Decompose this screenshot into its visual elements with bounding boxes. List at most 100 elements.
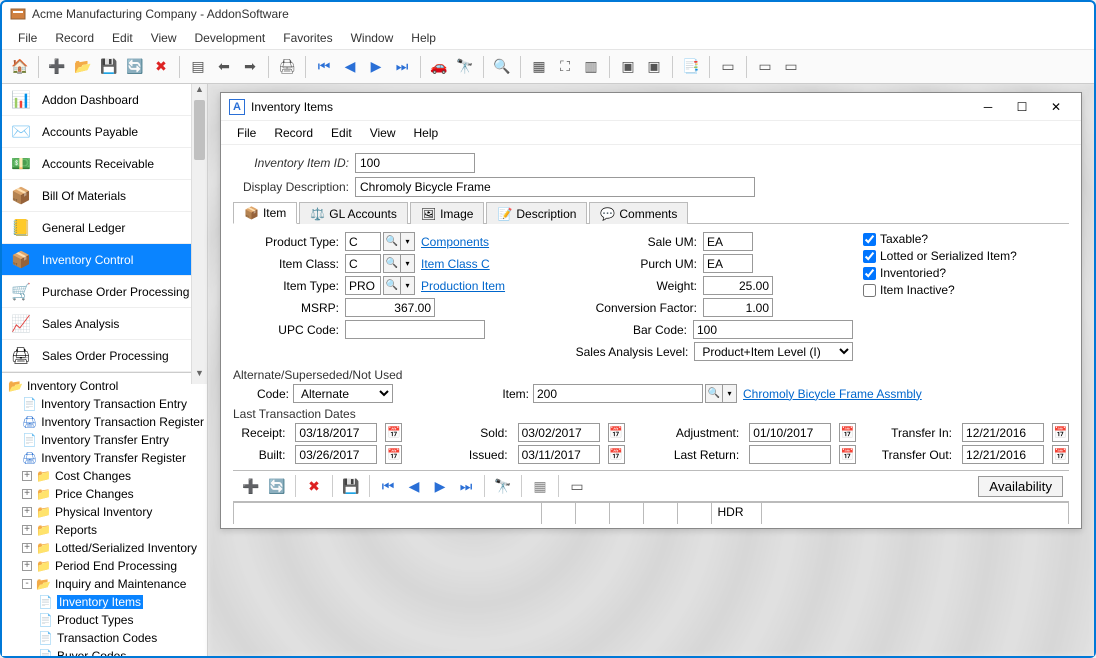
delete-rec-icon[interactable]: ✖ bbox=[302, 474, 326, 498]
sidebar-scrollbar[interactable]: ▲ ▼ bbox=[191, 84, 207, 384]
grid-rec-icon[interactable]: ▦ bbox=[528, 474, 552, 498]
tree-item[interactable]: 📄Inventory Transaction Entry bbox=[4, 395, 205, 413]
item-type-link[interactable]: Production Item bbox=[421, 279, 505, 293]
stack-icon[interactable]: 📑 bbox=[679, 55, 703, 79]
scroll-down-icon[interactable]: ▼ bbox=[192, 368, 207, 384]
calendar-icon[interactable]: 📅 bbox=[839, 445, 856, 464]
nav-accounts-payable[interactable]: ✉️Accounts Payable bbox=[2, 116, 207, 148]
item-type-input[interactable] bbox=[345, 276, 381, 295]
inventoried-checkbox[interactable] bbox=[863, 267, 876, 280]
tree-subitem[interactable]: 📄Product Types bbox=[4, 611, 205, 629]
nav-purchase-order[interactable]: 🛒Purchase Order Processing bbox=[2, 276, 207, 308]
first-icon[interactable]: ⏮ bbox=[312, 55, 336, 79]
sold-input[interactable] bbox=[518, 423, 600, 442]
menu-help[interactable]: Help bbox=[403, 29, 444, 47]
prev-icon[interactable]: ◀ bbox=[338, 55, 362, 79]
panel-rec-icon[interactable]: ▭ bbox=[565, 474, 589, 498]
tree-subitem-selected[interactable]: 📄Inventory Items bbox=[4, 593, 205, 611]
desc-input[interactable] bbox=[355, 177, 755, 197]
sal-select[interactable]: Product+Item Level (I) bbox=[694, 342, 853, 361]
dropdown-icon[interactable]: ▾ bbox=[401, 232, 415, 251]
delete-icon[interactable]: ✖ bbox=[149, 55, 173, 79]
dropdown-icon[interactable]: ▾ bbox=[723, 384, 737, 403]
tab-comments[interactable]: 💬Comments bbox=[589, 202, 688, 224]
expand-icon[interactable]: + bbox=[22, 471, 32, 481]
built-input[interactable] bbox=[295, 445, 377, 464]
tree-subitem[interactable]: 📄Transaction Codes bbox=[4, 629, 205, 647]
panel-icon[interactable]: ▭ bbox=[716, 55, 740, 79]
ret-input[interactable] bbox=[749, 445, 831, 464]
tree-item[interactable]: 📄Inventory Transfer Entry bbox=[4, 431, 205, 449]
nav-addon-dashboard[interactable]: 📊Addon Dashboard bbox=[2, 84, 207, 116]
tree-folder-row[interactable]: +📁Physical Inventory bbox=[4, 503, 205, 521]
receipt-input[interactable] bbox=[295, 423, 377, 442]
tab-gl[interactable]: ⚖️GL Accounts bbox=[299, 202, 408, 224]
expand-icon[interactable]: + bbox=[22, 543, 32, 553]
dropdown-icon[interactable]: ▾ bbox=[401, 276, 415, 295]
alt-code-select[interactable]: Alternate bbox=[293, 384, 393, 403]
first-rec-icon[interactable]: ⏮ bbox=[376, 474, 400, 498]
menu-development[interactable]: Development bbox=[187, 29, 274, 47]
lookup-icon[interactable]: 🔍 bbox=[383, 232, 401, 251]
nav-accounts-receivable[interactable]: 💵Accounts Receivable bbox=[2, 148, 207, 180]
calendar-icon[interactable]: 📅 bbox=[1052, 423, 1069, 442]
calendar-icon[interactable]: 📅 bbox=[385, 423, 402, 442]
next-rec-icon[interactable]: ▶ bbox=[428, 474, 452, 498]
expand-icon[interactable]: + bbox=[22, 489, 32, 499]
layout-icon[interactable]: ▭ bbox=[753, 55, 777, 79]
purch-um-input[interactable] bbox=[703, 254, 753, 273]
taxable-checkbox[interactable] bbox=[863, 233, 876, 246]
refresh-icon[interactable]: 🔄 bbox=[123, 55, 147, 79]
calendar-icon[interactable]: 📅 bbox=[1052, 445, 1069, 464]
weight-input[interactable] bbox=[703, 276, 773, 295]
expand-icon[interactable]: + bbox=[22, 507, 32, 517]
inner-menu-record[interactable]: Record bbox=[266, 124, 321, 142]
expand-icon[interactable]: + bbox=[22, 561, 32, 571]
calendar-icon[interactable]: 📅 bbox=[385, 445, 402, 464]
lotted-checkbox[interactable] bbox=[863, 250, 876, 263]
alt-item-link[interactable]: Chromoly Bicycle Frame Assmbly bbox=[743, 387, 922, 401]
tree-folder-row[interactable]: +📁Lotted/Serialized Inventory bbox=[4, 539, 205, 557]
lookup-icon[interactable]: 🔍 bbox=[705, 384, 723, 403]
print-icon[interactable]: 🖨 bbox=[275, 55, 299, 79]
product-type-link[interactable]: Components bbox=[421, 235, 489, 249]
upc-input[interactable] bbox=[345, 320, 485, 339]
list-icon[interactable]: ▤ bbox=[186, 55, 210, 79]
tab-image[interactable]: 🖼Image bbox=[410, 202, 485, 224]
inner-menu-file[interactable]: File bbox=[229, 124, 264, 142]
issued-input[interactable] bbox=[518, 445, 600, 464]
sale-um-input[interactable] bbox=[703, 232, 753, 251]
alt-item-input[interactable] bbox=[533, 384, 703, 403]
tab-item[interactable]: 📦Item bbox=[233, 202, 297, 224]
calendar-icon[interactable]: 📅 bbox=[608, 423, 625, 442]
close-button[interactable]: ✕ bbox=[1039, 96, 1073, 118]
car-icon[interactable]: 🚗 bbox=[427, 55, 451, 79]
last-icon[interactable]: ⏭ bbox=[390, 55, 414, 79]
tree-folder-row[interactable]: +📁Reports bbox=[4, 521, 205, 539]
menu-edit[interactable]: Edit bbox=[104, 29, 141, 47]
find-icon[interactable]: 🔭 bbox=[491, 474, 515, 498]
tout-input[interactable] bbox=[962, 445, 1044, 464]
home-icon[interactable]: 🏠 bbox=[8, 55, 32, 79]
tree-root[interactable]: 📂Inventory Control bbox=[4, 377, 205, 395]
dropdown-icon[interactable]: ▾ bbox=[401, 254, 415, 273]
tin-input[interactable] bbox=[962, 423, 1044, 442]
menu-file[interactable]: File bbox=[10, 29, 45, 47]
win1-icon[interactable]: ▣ bbox=[616, 55, 640, 79]
lookup-icon[interactable]: 🔍 bbox=[383, 276, 401, 295]
lookup-icon[interactable]: 🔍 bbox=[383, 254, 401, 273]
product-type-input[interactable] bbox=[345, 232, 381, 251]
save-icon[interactable]: 💾 bbox=[97, 55, 121, 79]
maximize-button[interactable]: ☐ bbox=[1005, 96, 1039, 118]
item-id-input[interactable] bbox=[355, 153, 475, 173]
inactive-checkbox[interactable] bbox=[863, 284, 876, 297]
item-class-input[interactable] bbox=[345, 254, 381, 273]
tree-item[interactable]: 🖨Inventory Transfer Register bbox=[4, 449, 205, 467]
back-icon[interactable]: ⬅ bbox=[212, 55, 236, 79]
nav-sales-order[interactable]: 🖨Sales Order Processing bbox=[2, 340, 207, 372]
msrp-input[interactable] bbox=[345, 298, 435, 317]
open-icon[interactable]: 📂 bbox=[71, 55, 95, 79]
scroll-up-icon[interactable]: ▲ bbox=[192, 84, 207, 100]
refresh-rec-icon[interactable]: 🔄 bbox=[265, 474, 289, 498]
new-rec-icon[interactable]: ➕ bbox=[239, 474, 263, 498]
